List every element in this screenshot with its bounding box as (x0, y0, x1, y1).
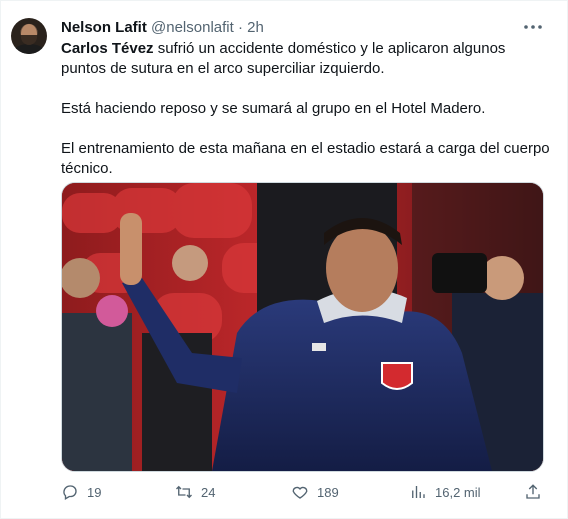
separator-dot: · (237, 19, 243, 36)
reply-icon (63, 485, 77, 500)
reply-count: 19 (87, 484, 102, 500)
mentioned-name: Carlos Tévez (61, 40, 154, 57)
share-button[interactable] (524, 482, 542, 502)
retweet-button[interactable]: 24 (175, 482, 215, 502)
tweet-paragraph-2: Está haciendo reposo y se sumará al grup… (61, 100, 486, 117)
tweet-actions: 19 24 189 16,2 mil (61, 482, 545, 504)
tweet-timestamp[interactable]: 2h (247, 19, 264, 36)
retweet-count: 24 (201, 484, 216, 500)
heart-icon (292, 486, 308, 499)
avatar[interactable] (11, 18, 47, 54)
like-count: 189 (317, 484, 339, 500)
retweet-icon (176, 485, 192, 499)
views-icon (412, 486, 425, 498)
more-options-icon[interactable] (523, 19, 543, 33)
tweet-text: Carlos Tévez sufrió un accidente domésti… (61, 39, 551, 179)
reply-button[interactable]: 19 (61, 482, 101, 502)
tweet-paragraph-1: Carlos Tévez sufrió un accidente domésti… (61, 39, 551, 79)
tweet-photo[interactable] (61, 182, 544, 472)
tweet-paragraph-3: El entrenamiento de esta mañana en el es… (61, 140, 550, 177)
author-handle[interactable]: @nelsonlafit (151, 19, 234, 36)
share-icon (526, 484, 540, 499)
author-name[interactable]: Nelson Lafit (61, 19, 147, 36)
tweet-header: Nelson Lafit @nelsonlafit · 2h (61, 18, 264, 37)
like-button[interactable]: 189 (291, 482, 339, 502)
tweet-card[interactable]: Nelson Lafit @nelsonlafit · 2h Carlos Té… (0, 0, 568, 519)
views-button[interactable]: 16,2 mil (409, 482, 481, 502)
views-count: 16,2 mil (435, 484, 481, 500)
